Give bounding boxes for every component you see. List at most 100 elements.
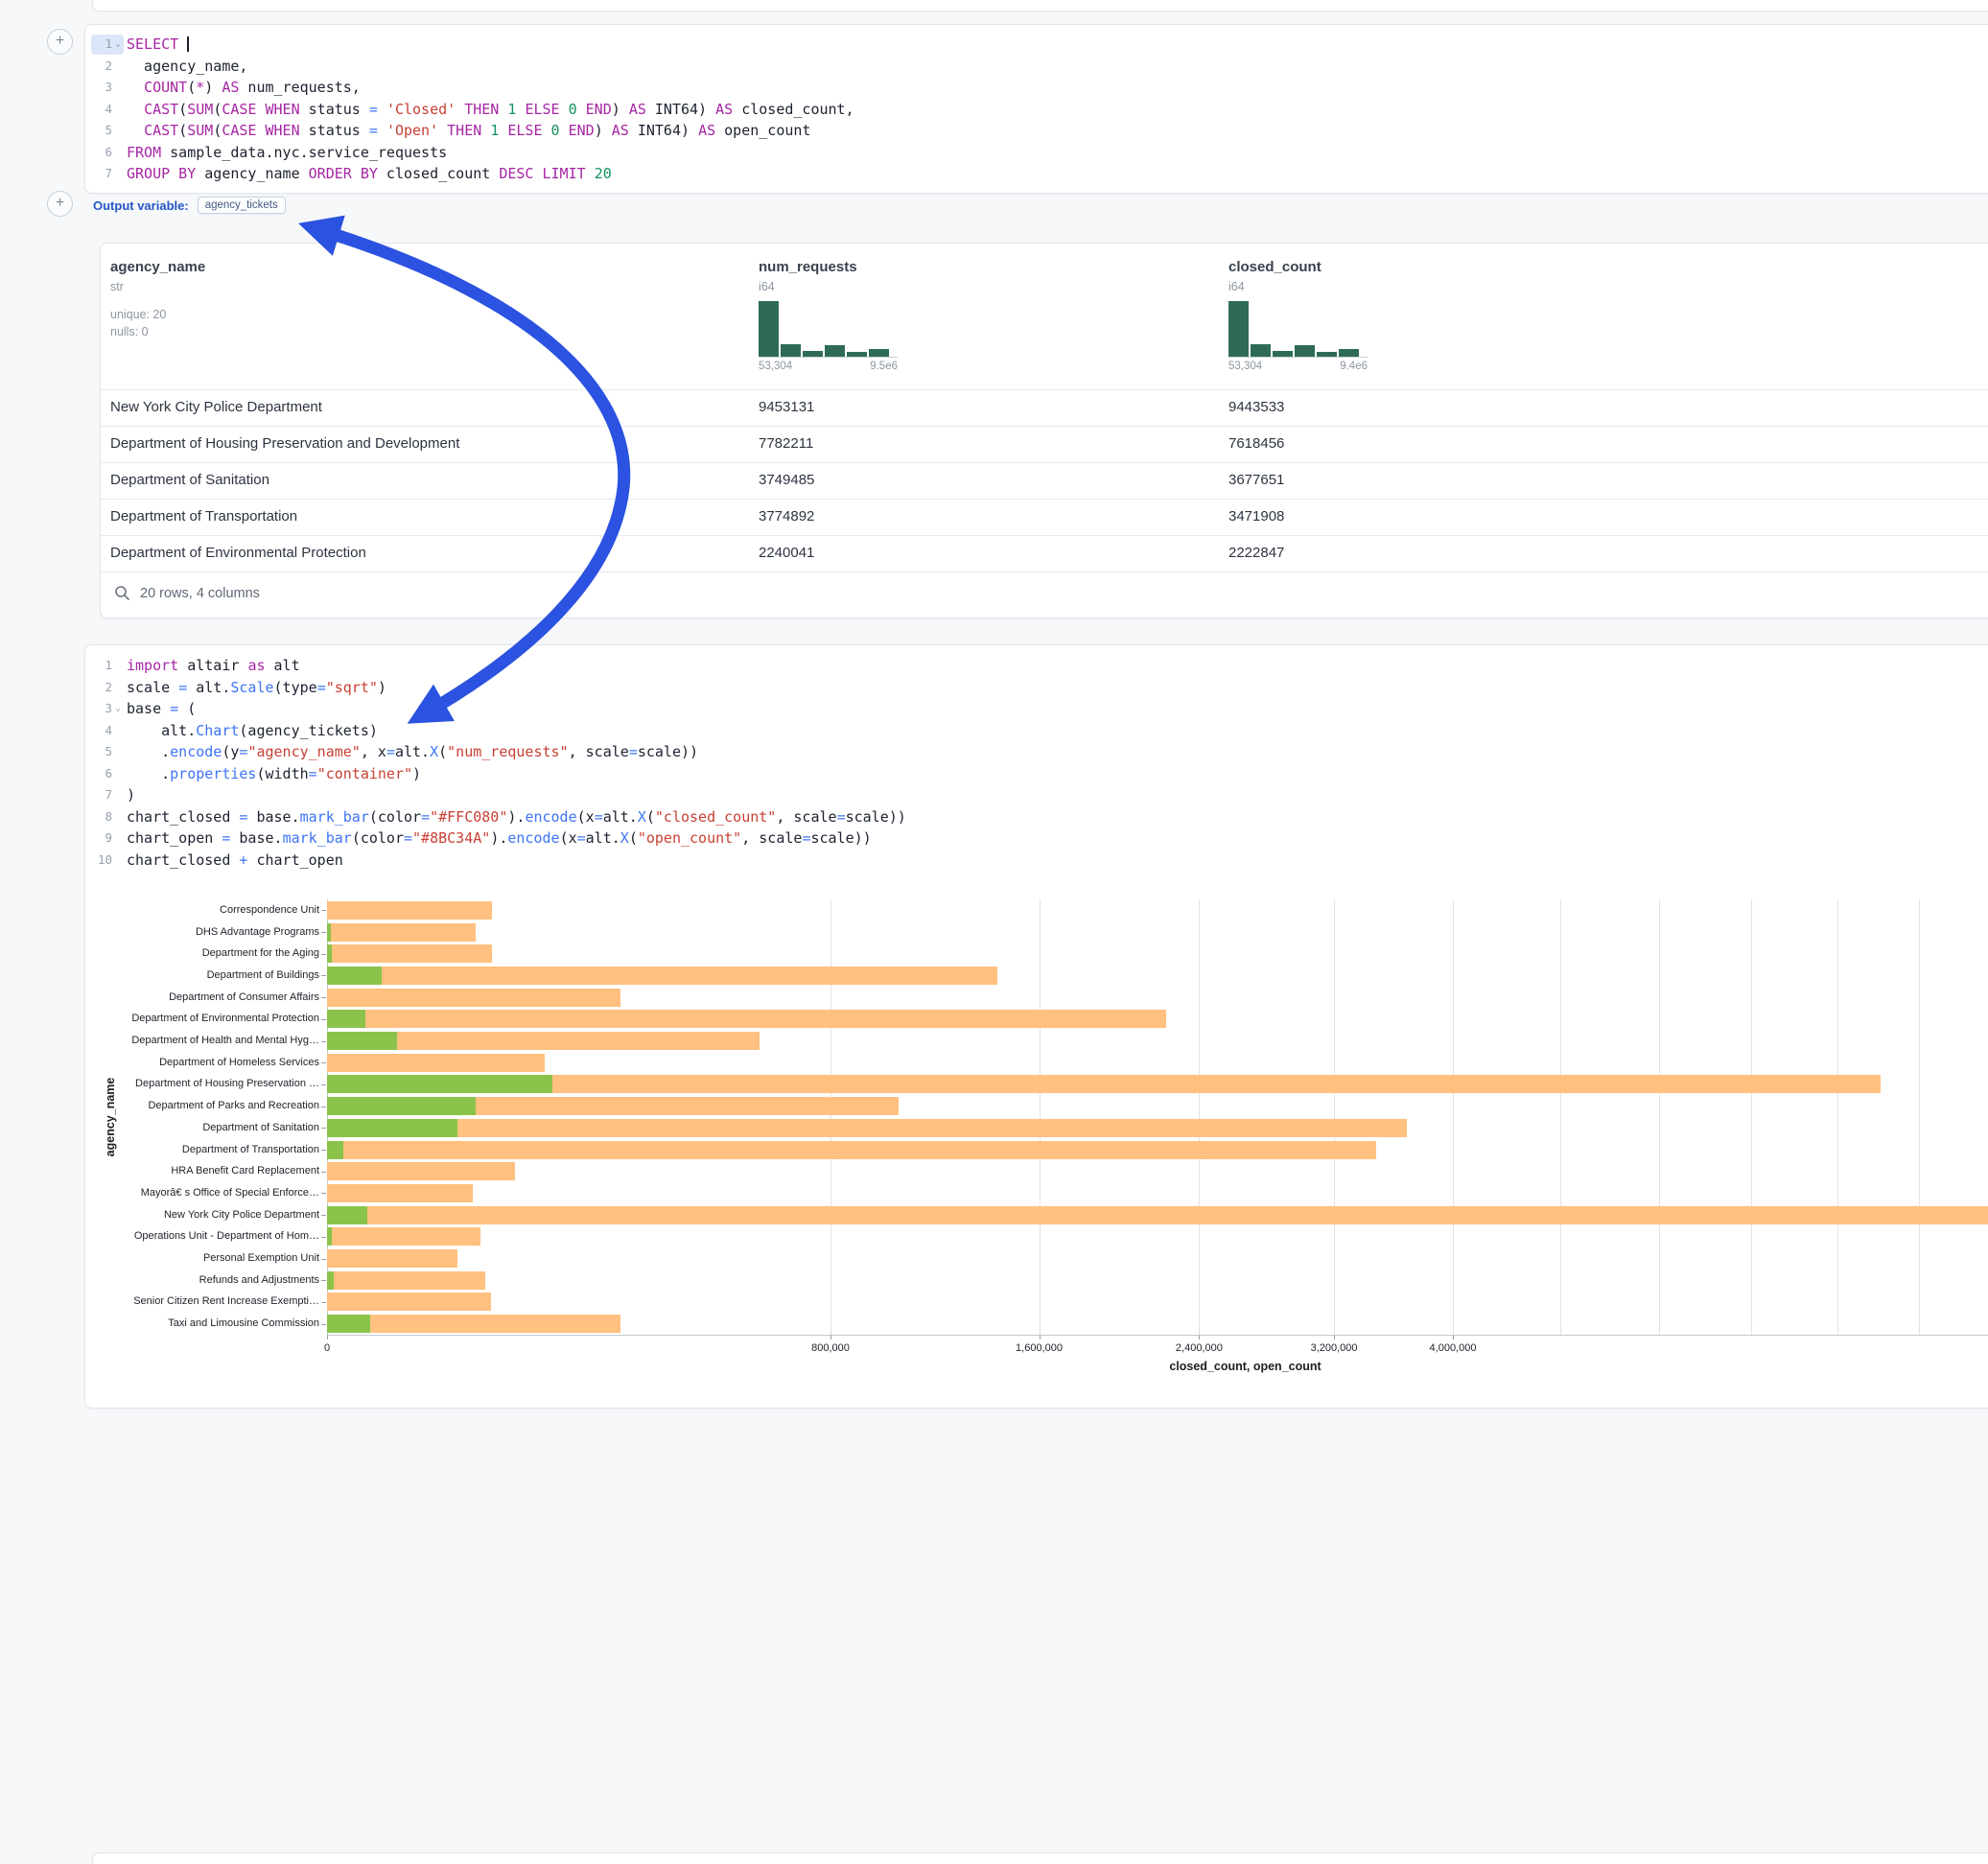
line-number: 9 (91, 827, 112, 850)
code-token: "sqrt" (326, 679, 378, 696)
line-number: 6 (91, 142, 112, 164)
code-token: ( (178, 122, 187, 139)
table-header-cell-num_requests[interactable]: num_requestsi6453,3049.5e6 (749, 244, 1219, 389)
code-token: = (178, 679, 187, 696)
code-token: ) (412, 765, 421, 782)
line-number-gutter: 3 (91, 78, 124, 98)
table-header-cell-agency_name[interactable]: agency_namestrunique: 20nulls: 0 (101, 244, 749, 389)
code-token: X (620, 829, 629, 847)
table-cell: 3471908 (1219, 500, 1988, 535)
y-axis-tick (321, 1128, 326, 1129)
x-axis-tick (830, 1335, 831, 1340)
code-token: CASE (222, 122, 256, 139)
code-line: 3⌄base = ( (85, 698, 1988, 720)
y-axis-label: HRA Benefit Card Replacement (85, 1165, 319, 1177)
y-axis-label: Department of Housing Preservation … (85, 1078, 319, 1089)
closed-count-bar (327, 1141, 1376, 1159)
collapse-chevron-icon[interactable]: ⌄ (112, 34, 124, 56)
code-token: scale)) (810, 829, 871, 847)
code-token (127, 101, 144, 118)
table-cell: 7782211 (749, 427, 1219, 462)
code-token: import (127, 657, 178, 674)
search-icon[interactable] (114, 585, 130, 601)
code-token: ( (646, 808, 655, 826)
closed-count-bar (327, 1010, 1166, 1028)
code-token: as (247, 657, 265, 674)
add-cell-button-output[interactable]: + (47, 191, 73, 217)
code-token: (y (222, 743, 239, 760)
code-line: 8chart_closed = base.mark_bar(color="#FF… (85, 806, 1988, 828)
add-cell-button-top[interactable]: + (47, 29, 73, 55)
closed-count-bar (327, 944, 492, 963)
output-variable-chip[interactable]: agency_tickets (198, 197, 286, 214)
code-line: 7) (85, 784, 1988, 806)
y-axis-label: Taxi and Limousine Commission (85, 1317, 319, 1329)
y-axis-tick (321, 1280, 326, 1281)
code-token: COUNT (144, 79, 187, 96)
code-token: AS (629, 101, 646, 118)
line-number-gutter: 6 (91, 143, 124, 163)
collapse-chevron-icon[interactable]: ⌄ (112, 698, 124, 720)
table-header-cell-closed_count[interactable]: closed_counti6453,3049.4e6 (1219, 244, 1988, 389)
line-number: 8 (91, 806, 112, 828)
column-name: agency_name (110, 259, 749, 275)
text-cursor (187, 36, 189, 52)
code-token: chart_closed (127, 851, 239, 869)
histogram-bar (759, 301, 779, 357)
code-token: INT64) (629, 122, 698, 139)
python-code-editor[interactable]: 1import altair as alt2scale = alt.Scale(… (85, 655, 1988, 871)
code-token: encode (170, 743, 222, 760)
x-tick-label: 2,400,000 (1176, 1342, 1223, 1354)
code-token: 'Open' (386, 122, 438, 139)
code-token: ) (378, 679, 386, 696)
code-token: chart_open (127, 829, 222, 847)
table-cell: 9453131 (749, 390, 1219, 426)
histogram-bar (781, 344, 801, 357)
closed-count-bar (327, 923, 476, 942)
column-type: i64 (1228, 280, 1988, 293)
x-axis-tick (327, 1335, 328, 1340)
code-token: = (595, 808, 603, 826)
code-token: closed_count (378, 165, 499, 182)
x-axis-tick (1453, 1335, 1454, 1340)
code-token: ( (438, 743, 447, 760)
open-count-bar (327, 1206, 367, 1224)
code-token: ELSE (525, 101, 559, 118)
code-token (178, 35, 187, 53)
line-number-gutter: 2 (91, 57, 124, 77)
code-token: X (430, 743, 438, 760)
y-axis-tick (321, 1215, 326, 1216)
histogram-bar (1251, 344, 1271, 357)
line-number: 5 (91, 741, 112, 763)
sql-cell: 1⌄SELECT 2 agency_name,3 COUNT(*) AS num… (84, 24, 1988, 194)
code-token: SELECT (127, 35, 178, 53)
code-token: encode (507, 829, 559, 847)
code-token: ) (595, 122, 612, 139)
code-token: Chart (196, 722, 239, 739)
histogram-max-label: 9.4e6 (1340, 361, 1368, 372)
code-line: 4 alt.Chart(agency_tickets) (85, 720, 1988, 742)
code-token (481, 122, 490, 139)
code-token: 0 (551, 122, 560, 139)
code-token: ( (178, 700, 196, 717)
line-number: 5 (91, 120, 112, 142)
y-axis-label: Department of Buildings (85, 969, 319, 981)
x-tick-label: 1,600,000 (1016, 1342, 1063, 1354)
sql-code-editor[interactable]: 1⌄SELECT 2 agency_name,3 COUNT(*) AS num… (85, 34, 1988, 185)
y-axis-tick (321, 910, 326, 911)
x-axis-tick (1199, 1335, 1200, 1340)
x-tick-label: 4,000,000 (1430, 1342, 1477, 1354)
line-number-gutter: 7 (91, 164, 124, 184)
table-cell: Department of Housing Preservation and D… (101, 427, 749, 462)
y-axis-label: Department of Health and Mental Hyg… (85, 1035, 319, 1046)
code-token (256, 122, 265, 139)
table-row: New York City Police Department945313194… (101, 390, 1988, 427)
code-token: = (317, 679, 326, 696)
code-token: ). (507, 808, 525, 826)
line-number: 1 (91, 34, 112, 56)
code-token: chart_open (247, 851, 342, 869)
y-axis-label: New York City Police Department (85, 1209, 319, 1221)
closed-count-bar (327, 1293, 491, 1311)
line-number: 1 (91, 655, 112, 677)
code-token (560, 122, 569, 139)
